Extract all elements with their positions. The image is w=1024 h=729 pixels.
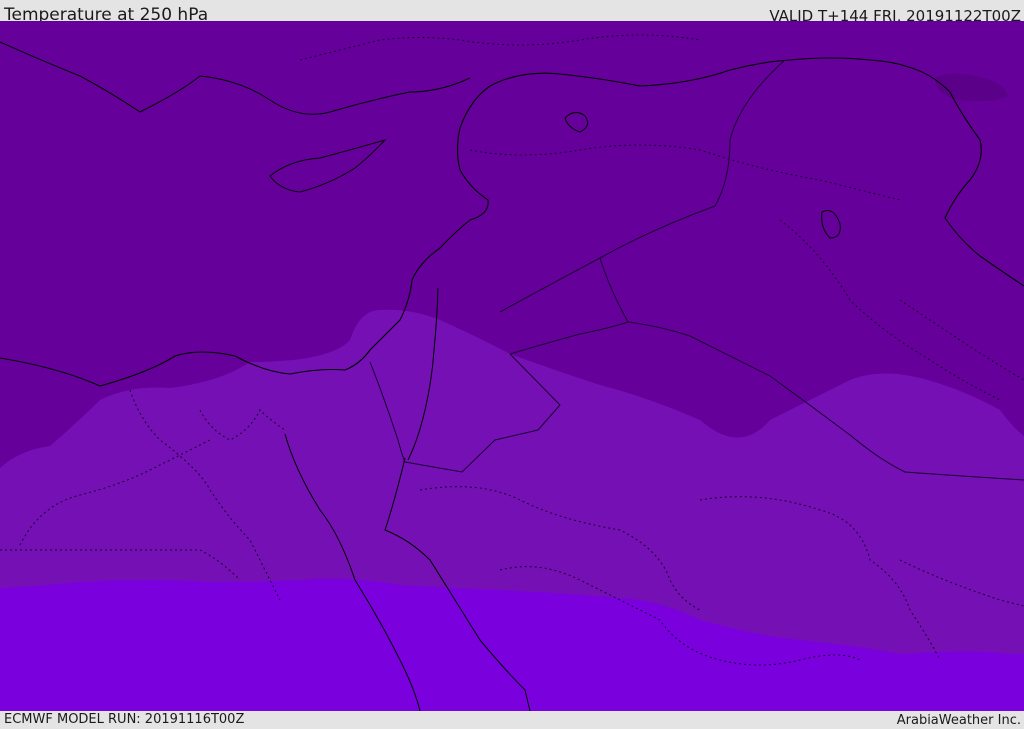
footer-bar: ECMWF MODEL RUN: 20191116T00Z ArabiaWeat… xyxy=(0,711,1024,729)
credit-label: ArabiaWeather Inc. xyxy=(896,713,1021,728)
header-bar: Temperature at 250 hPa VALID T+144 FRI, … xyxy=(0,0,1024,25)
model-run-label: ECMWF MODEL RUN: 20191116T00Z xyxy=(4,712,245,727)
weather-map xyxy=(0,21,1024,711)
